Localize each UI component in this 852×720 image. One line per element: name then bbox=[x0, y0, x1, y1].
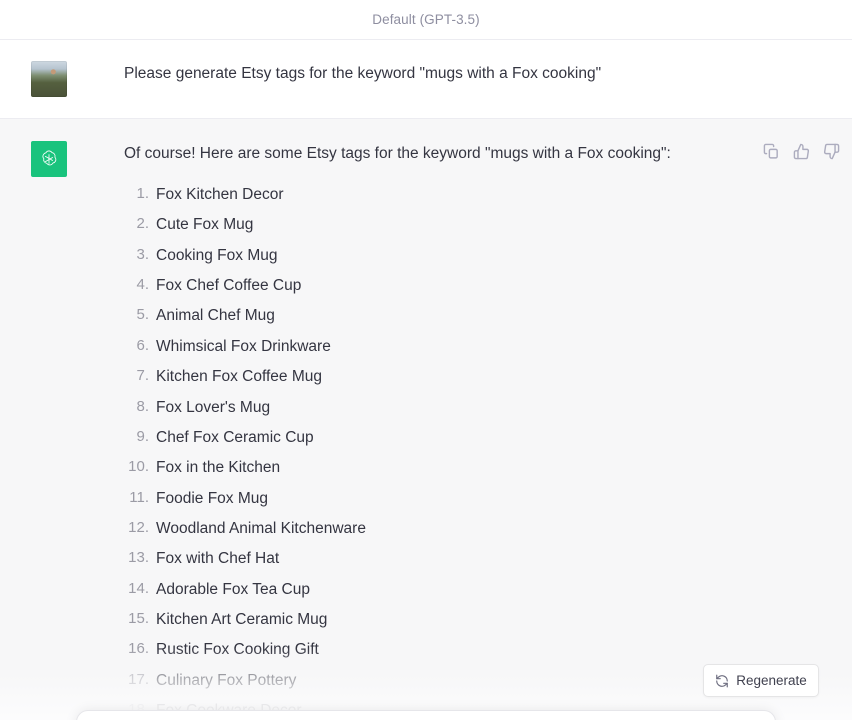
model-selector-label: Default (GPT-3.5) bbox=[372, 12, 480, 27]
list-item: Foodie Fox Mug bbox=[124, 489, 268, 507]
message-action-bar bbox=[763, 143, 840, 160]
thumbs-down-icon[interactable] bbox=[823, 143, 840, 160]
list-item: Culinary Fox Pottery bbox=[124, 671, 297, 689]
conversation-scroll-area[interactable]: Please generate Etsy tags for the keywor… bbox=[0, 40, 852, 720]
list-item: Fox Chef Coffee Cup bbox=[124, 277, 302, 295]
list-item: Kitchen Art Ceramic Mug bbox=[124, 610, 328, 628]
openai-logo-icon bbox=[31, 141, 67, 177]
assistant-avatar-column bbox=[0, 141, 67, 720]
list-item: Whimsical Fox Drinkware bbox=[124, 337, 331, 355]
list-item: Fox Kitchen Decor bbox=[124, 186, 284, 204]
message-composer[interactable] bbox=[76, 710, 776, 720]
refresh-icon bbox=[715, 674, 729, 688]
list-item: Animal Chef Mug bbox=[124, 307, 275, 325]
user-photo-avatar bbox=[31, 61, 67, 97]
list-item: Fox with Chef Hat bbox=[124, 550, 280, 568]
thumbs-up-icon[interactable] bbox=[793, 143, 810, 160]
list-item: Adorable Fox Tea Cup bbox=[124, 580, 310, 598]
copy-icon[interactable] bbox=[763, 143, 780, 160]
list-item: Cute Fox Mug bbox=[124, 216, 254, 234]
list-item: Fox in the Kitchen bbox=[124, 459, 281, 477]
assistant-message-content: Of course! Here are some Etsy tags for t… bbox=[67, 141, 852, 720]
top-header-bar: Default (GPT-3.5) bbox=[0, 0, 852, 40]
list-item: Chef Fox Ceramic Cup bbox=[124, 428, 314, 446]
list-item: Kitchen Fox Coffee Mug bbox=[124, 368, 322, 386]
user-message-content: Please generate Etsy tags for the keywor… bbox=[67, 61, 852, 97]
message-row-user: Please generate Etsy tags for the keywor… bbox=[0, 40, 852, 119]
message-row-assistant: Of course! Here are some Etsy tags for t… bbox=[0, 119, 852, 720]
etsy-tag-list: Fox Kitchen Decor Cute Fox Mug Cooking F… bbox=[124, 186, 742, 720]
list-item: Fox Lover's Mug bbox=[124, 398, 271, 416]
list-item: Rustic Fox Cooking Gift bbox=[124, 641, 319, 659]
user-avatar-column bbox=[0, 61, 67, 97]
assistant-message-text: Of course! Here are some Etsy tags for t… bbox=[124, 145, 671, 162]
list-item: Woodland Animal Kitchenware bbox=[124, 519, 366, 537]
list-item: Cooking Fox Mug bbox=[124, 246, 278, 264]
regenerate-button-label: Regenerate bbox=[736, 673, 807, 688]
user-message-text: Please generate Etsy tags for the keywor… bbox=[124, 65, 602, 82]
regenerate-button[interactable]: Regenerate bbox=[703, 664, 819, 697]
